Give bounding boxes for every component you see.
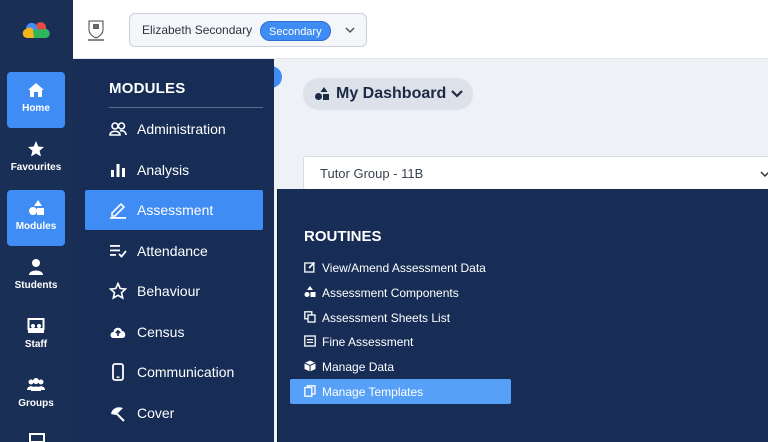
chevron-down-icon (760, 171, 768, 178)
star-icon (28, 141, 44, 157)
routine-fine-assessment[interactable]: Fine Assessment (290, 329, 511, 354)
rail-students[interactable]: Students (7, 249, 65, 305)
module-census[interactable]: Census (85, 312, 263, 352)
box-icon (304, 360, 316, 372)
rail-students-label: Students (14, 280, 58, 291)
module-communication[interactable]: Communication (85, 352, 263, 392)
rail-staff-label: Staff (24, 339, 48, 350)
routine-assessment-sheets-list[interactable]: Assessment Sheets List (290, 305, 511, 330)
edit-icon (304, 261, 316, 273)
rail-groups-label: Groups (18, 398, 54, 409)
user-icon (29, 259, 43, 275)
routine-label: Fine Assessment (322, 335, 414, 349)
modules-title: MODULES (109, 80, 186, 97)
school-phase-badge: Secondary (260, 21, 331, 41)
home-icon (28, 83, 44, 97)
school-crest-icon (88, 20, 104, 41)
cover-icon (111, 407, 125, 422)
module-label: Administration (137, 121, 226, 137)
rail-more-icon[interactable] (29, 432, 45, 442)
routines-title: ROUTINES (304, 228, 382, 245)
module-label: Behaviour (137, 283, 201, 299)
routine-assessment-components[interactable]: Assessment Components (290, 280, 511, 305)
routine-label: Manage Data (322, 360, 395, 374)
pencil-icon (110, 202, 126, 219)
admin-icon (109, 122, 127, 136)
rail-home-label: Home (22, 103, 50, 114)
modules-divider (109, 107, 263, 108)
staff-icon (27, 318, 45, 333)
rail-staff[interactable]: Staff (7, 308, 65, 364)
shapes-icon (315, 87, 329, 100)
tutor-group-selector[interactable]: Tutor Group - 11B (303, 156, 768, 190)
routine-view-amend-assessment-data[interactable]: View/Amend Assessment Data (290, 255, 511, 280)
cloud-upload-icon (110, 327, 126, 338)
left-rail: Home Favourites Modules Students Staff G… (0, 0, 73, 442)
module-label: Analysis (137, 162, 190, 178)
module-label: Communication (137, 364, 235, 380)
routines-panel: ROUTINES View/Amend Assessment Data Asse… (277, 189, 768, 442)
shapes-icon (304, 286, 316, 297)
rail-groups[interactable]: Groups (7, 367, 65, 423)
routine-label: Assessment Components (322, 286, 459, 300)
shapes-icon (29, 200, 44, 215)
module-behaviour[interactable]: Behaviour (85, 271, 263, 311)
rail-home[interactable]: Home (7, 72, 65, 128)
module-cover[interactable]: Cover (85, 393, 263, 433)
bar-chart-icon (111, 164, 125, 177)
tutor-group-value: Tutor Group - 11B (320, 166, 424, 181)
users-icon (27, 378, 45, 391)
rail-favourites[interactable]: Favourites (7, 131, 65, 187)
sheets-icon (304, 311, 316, 323)
routine-manage-data[interactable]: Manage Data (290, 354, 511, 379)
routine-label: Assessment Sheets List (322, 311, 451, 325)
routine-manage-templates[interactable]: Manage Templates (290, 379, 511, 404)
module-label: Attendance (137, 243, 208, 259)
module-analysis[interactable]: Analysis (85, 150, 263, 190)
chevron-down-icon (451, 90, 463, 98)
dashboard-selector[interactable]: My Dashboard (303, 78, 473, 110)
module-label: Assessment (137, 202, 214, 218)
top-bar: Elizabeth Secondary Secondary (73, 0, 768, 59)
chevron-down-icon (345, 27, 355, 34)
module-label: Census (137, 324, 185, 340)
school-selector[interactable]: Elizabeth Secondary Secondary (129, 13, 367, 47)
module-label: Cover (137, 405, 175, 421)
module-assessment[interactable]: Assessment (85, 190, 263, 230)
cloud-logo-icon[interactable] (20, 18, 52, 40)
rail-modules-label: Modules (15, 221, 57, 232)
module-administration[interactable]: Administration (85, 109, 263, 149)
copy-icon (304, 385, 316, 397)
dashboard-title: My Dashboard (336, 85, 447, 102)
module-attendance[interactable]: Attendance (85, 231, 263, 271)
routine-label: Manage Templates (322, 385, 424, 399)
modules-menu: MODULES Administration Analysis Assessme… (73, 59, 274, 442)
mobile-icon (112, 363, 124, 381)
school-name: Elizabeth Secondary (142, 23, 253, 37)
rail-modules[interactable]: Modules (7, 190, 65, 246)
rail-favourites-label: Favourites (10, 162, 62, 173)
routine-label: View/Amend Assessment Data (322, 261, 486, 275)
checklist-icon (110, 245, 127, 258)
star-outline-icon (109, 282, 127, 300)
list-icon (304, 335, 316, 347)
